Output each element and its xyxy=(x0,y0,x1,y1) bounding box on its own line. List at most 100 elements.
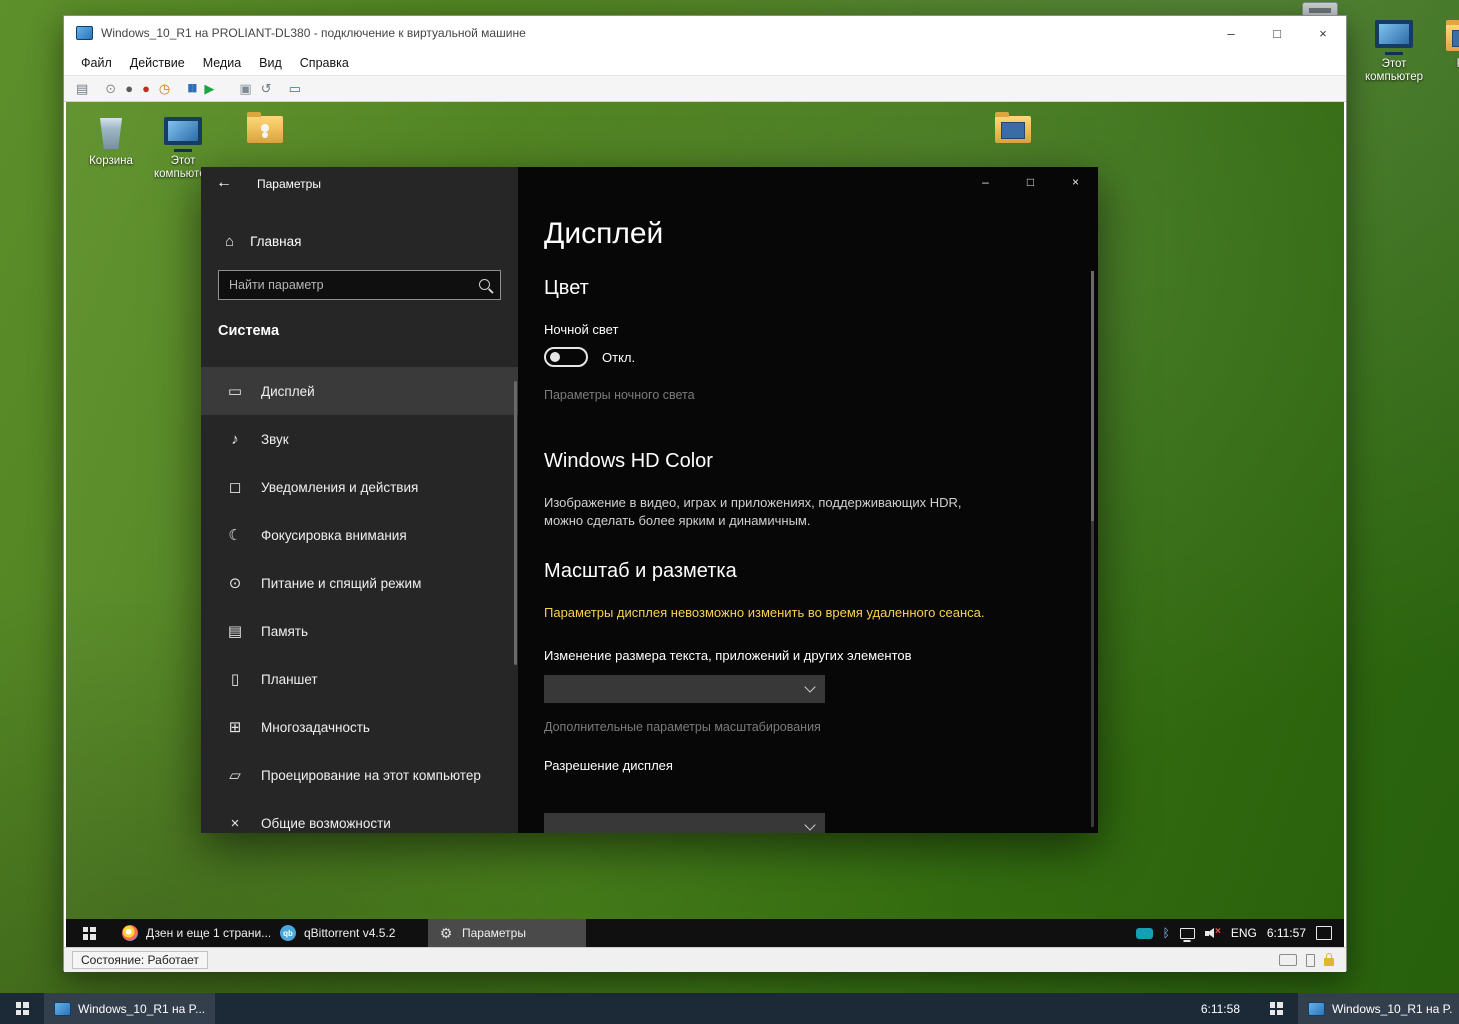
menu-Действие[interactable]: Действие xyxy=(121,56,194,70)
sidebar-item-display[interactable]: ▭Дисплей xyxy=(201,367,518,415)
task-qbittorrent[interactable]: qbqBittorrent v4.5.2 xyxy=(270,919,428,947)
host-task-label: Windows_10_R1 на P. xyxy=(1332,1002,1452,1016)
picture-glyph xyxy=(1001,122,1025,139)
sidebar-item-multitasking[interactable]: ⊞Многозадачность xyxy=(201,703,518,751)
taskbar-spacer xyxy=(215,993,1201,1024)
tray-app-icon[interactable] xyxy=(1136,928,1153,939)
sidebar-item-projecting[interactable]: ▱Проецирование на этот компьютер xyxy=(201,751,518,799)
close-button[interactable]: × xyxy=(1300,16,1346,50)
sidebar-item-label: Многозадачность xyxy=(261,720,370,735)
resume-icon[interactable]: ▶ xyxy=(204,82,214,95)
bluetooth-icon[interactable]: ᛒ xyxy=(1163,927,1170,939)
host-desktop: Этот компьютерRo Windows_10_R1 на PROLIA… xyxy=(0,0,1459,1024)
back-button[interactable]: ← xyxy=(207,169,241,197)
search-icon[interactable] xyxy=(479,279,490,290)
settings-sidebar: ← Параметры ⌂ Главная Система ▭Дисплей♪З… xyxy=(201,167,518,833)
scale-dropdown[interactable] xyxy=(544,675,825,703)
sidebar-item-storage[interactable]: ▤Память xyxy=(201,607,518,655)
checkpoint-icon[interactable]: ▣ xyxy=(239,82,251,95)
sidebar-item-label: Общие возможности xyxy=(261,816,391,831)
windows-logo-icon xyxy=(83,927,96,940)
keyboard-status-icon xyxy=(1279,954,1297,966)
sidebar-item-label: Уведомления и действия xyxy=(261,480,418,495)
sidebar-item-home[interactable]: ⌂ Главная xyxy=(201,223,518,259)
host-secondary-start-button[interactable] xyxy=(1254,993,1298,1024)
maximize-button[interactable]: □ xyxy=(1254,16,1300,50)
enhanced-session-icon[interactable]: ▭ xyxy=(289,82,301,95)
menu-Справка[interactable]: Справка xyxy=(291,56,358,70)
revert-icon[interactable]: ↺ xyxy=(261,82,272,95)
start-button[interactable] xyxy=(66,919,112,947)
vm-clock[interactable]: 6:11:57 xyxy=(1267,926,1306,940)
hyperv-task-icon xyxy=(54,1002,71,1016)
volume-muted-icon[interactable]: × xyxy=(1205,927,1221,939)
status-text: Состояние: Работает xyxy=(72,951,208,969)
scale-heading: Масштаб и разметка xyxy=(544,560,737,583)
storage-icon: ▤ xyxy=(225,622,245,640)
sidebar-item-focus[interactable]: ☾Фокусировка внимания xyxy=(201,511,518,559)
advanced-scaling-link[interactable]: Дополнительные параметры масштабирования xyxy=(544,720,821,734)
color-heading: Цвет xyxy=(544,277,589,300)
scrollbar-thumb[interactable] xyxy=(1091,271,1094,521)
menu-Файл[interactable]: Файл xyxy=(72,56,121,70)
folder-icon xyxy=(981,110,1045,148)
minimize-button[interactable]: – xyxy=(1208,16,1254,50)
task-browser[interactable]: Дзен и еще 1 страни... xyxy=(112,919,270,947)
vm-window-titlebar[interactable]: Windows_10_R1 на PROLIANT-DL380 - подклю… xyxy=(64,16,1346,50)
sidebar-item-sound[interactable]: ♪Звук xyxy=(201,415,518,463)
home-icon: ⌂ xyxy=(225,233,234,250)
tablet-icon: ▯ xyxy=(225,670,245,688)
desktop-icon-media-folder[interactable] xyxy=(981,110,1045,150)
start-icon[interactable]: ⊙ xyxy=(105,82,116,95)
night-light-label: Ночной свет xyxy=(544,322,618,337)
menu-Вид[interactable]: Вид xyxy=(250,56,291,70)
ctrl-alt-del-icon[interactable]: ▤ xyxy=(76,82,88,95)
sidebar-item-shared[interactable]: ×Общие возможности xyxy=(201,799,518,833)
computer-icon xyxy=(1362,18,1426,56)
picture-glyph xyxy=(1452,30,1459,47)
turn-off-icon[interactable]: ● xyxy=(125,82,133,95)
vm-window-title: Windows_10_R1 на PROLIANT-DL380 - подклю… xyxy=(101,26,526,40)
search-box xyxy=(218,270,501,300)
host-task-vmconnect-secondary[interactable]: Windows_10_R1 на P. xyxy=(1298,993,1459,1024)
settings-window-controls: – □ × xyxy=(963,167,1098,197)
shut-down-icon[interactable]: ● xyxy=(142,82,150,95)
pause-icon[interactable]: ▮▮ xyxy=(187,83,195,94)
menu-Медиа[interactable]: Медиа xyxy=(194,56,250,70)
search-input[interactable] xyxy=(219,271,500,299)
sidebar-item-power[interactable]: ⊙Питание и спящий режим xyxy=(201,559,518,607)
minimize-button[interactable]: – xyxy=(963,167,1008,197)
sidebar-item-label: Планшет xyxy=(261,672,318,687)
sidebar-item-notifications[interactable]: ◻Уведомления и действия xyxy=(201,463,518,511)
display-tray-icon[interactable] xyxy=(1180,928,1195,939)
host-clock[interactable]: 6:11:58 xyxy=(1201,993,1240,1024)
close-button[interactable]: × xyxy=(1053,167,1098,197)
vm-window-controls: – □ × xyxy=(1208,16,1346,50)
night-light-toggle[interactable] xyxy=(544,347,588,367)
resolution-dropdown[interactable] xyxy=(544,813,825,833)
mute-cross-icon: × xyxy=(1215,926,1221,937)
desktop-icon-user-folder[interactable] xyxy=(233,110,297,150)
content-scrollbar[interactable] xyxy=(1091,271,1094,827)
remote-session-warning: Параметры дисплея невозможно изменить во… xyxy=(544,604,992,622)
settings-window: ← Параметры ⌂ Главная Система ▭Дисплей♪З… xyxy=(201,167,1098,833)
power-icon: ⊙ xyxy=(225,574,245,592)
sidebar-section-label: Система xyxy=(218,323,279,339)
sidebar-item-tablet[interactable]: ▯ Планшет xyxy=(201,655,518,703)
desktop-icon-clipped-icon[interactable]: Ro xyxy=(1432,18,1459,71)
night-light-settings-link[interactable]: Параметры ночного света xyxy=(544,388,695,402)
maximize-button[interactable]: □ xyxy=(1008,167,1053,197)
hyperv-task-icon xyxy=(1308,1002,1325,1016)
save-icon[interactable]: ◷ xyxy=(159,82,170,95)
host-task-vmconnect[interactable]: Windows_10_R1 на P... xyxy=(44,993,215,1024)
status-bar-icons xyxy=(1279,954,1334,967)
language-indicator[interactable]: ENG xyxy=(1231,926,1257,940)
desktop-icon-recycle-bin[interactable]: Корзина xyxy=(79,115,143,168)
chevron-down-icon xyxy=(804,819,815,830)
task-settings[interactable]: ⚙Параметры xyxy=(428,919,586,947)
host-start-button[interactable] xyxy=(0,993,44,1024)
desktop-icon-this-pc[interactable]: Этот компьютер xyxy=(1362,18,1426,84)
sidebar-scrollbar[interactable] xyxy=(514,381,517,665)
chevron-down-icon xyxy=(804,681,815,692)
action-center-icon[interactable] xyxy=(1316,926,1332,940)
